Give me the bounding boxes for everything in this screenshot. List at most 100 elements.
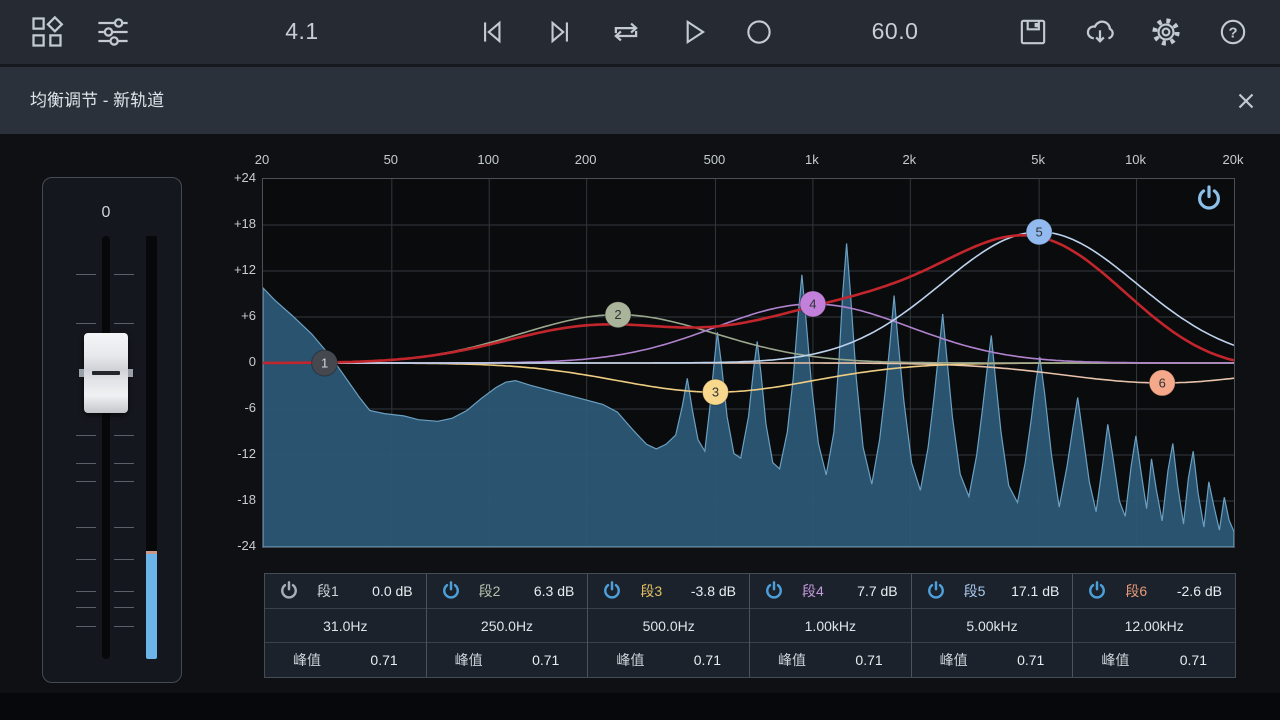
freq-tick-label: 500 (684, 152, 744, 167)
band-panel-1: 段10.0 dB31.0Hz峰值0.71 (265, 574, 427, 677)
band-frequency-row[interactable]: 12.00kHz (1073, 609, 1235, 644)
freq-tick-label: 20 (232, 152, 292, 167)
cloud-download-icon[interactable] (1078, 10, 1122, 54)
svg-text:1: 1 (321, 356, 328, 371)
freq-tick-label: 10k (1106, 152, 1166, 167)
fader-track[interactable] (102, 236, 110, 659)
fader-tick (114, 463, 134, 464)
band-label: 段4 (802, 581, 824, 601)
play-icon[interactable] (671, 10, 715, 54)
band-point-3[interactable]: 3 (702, 379, 728, 405)
bpm-display[interactable]: 60.0 (845, 0, 945, 64)
save-icon[interactable] (1011, 10, 1055, 54)
loop-icon[interactable] (604, 10, 648, 54)
band-label: 段3 (640, 581, 662, 601)
skip-forward-icon[interactable] (538, 10, 582, 54)
band-power-icon[interactable] (601, 580, 623, 602)
db-tick-label: +6 (200, 308, 256, 323)
eq-power-icon[interactable] (1193, 183, 1225, 215)
fader-tick (76, 323, 96, 324)
band-gain-row[interactable]: 段47.7 dB (750, 574, 911, 609)
band-q-row[interactable]: 峰值0.71 (588, 643, 749, 677)
band-gain-row[interactable]: 段3 -3.8 dB (588, 574, 749, 609)
top-toolbar: 4.1 60.0 ? (0, 0, 1280, 67)
band-power-icon[interactable] (925, 580, 947, 602)
band-q-value: 0.71 (1017, 652, 1044, 668)
band-gain-value: 0.0 dB (372, 583, 412, 599)
eq-plot[interactable]: 1 2 3 4 5 6 (262, 178, 1235, 548)
fader-tick (114, 527, 134, 528)
band-gain-row[interactable]: 段517.1 dB (912, 574, 1073, 609)
band-curve-6 (263, 363, 1234, 383)
skip-back-icon[interactable] (470, 10, 514, 54)
band-gain-row[interactable]: 段26.3 dB (427, 574, 588, 609)
freq-tick-label: 20k (1203, 152, 1263, 167)
band-frequency-row[interactable]: 31.0Hz (265, 609, 426, 644)
fader-tick (76, 591, 96, 592)
band-power-icon[interactable] (278, 580, 300, 602)
band-power-icon[interactable] (440, 580, 462, 602)
band-q-label: 峰值 (778, 650, 806, 670)
band-frequency-row[interactable]: 1.00kHz (750, 609, 911, 644)
band-q-row[interactable]: 峰值 0.71 (1073, 643, 1235, 677)
db-tick-label: -12 (200, 446, 256, 461)
band-q-value: 0.71 (370, 652, 397, 668)
freq-tick-label: 2k (879, 152, 939, 167)
settings-icon[interactable] (1144, 10, 1188, 54)
band-gain-value: -2.6 dB (1177, 583, 1222, 599)
band-label: 段6 (1125, 581, 1147, 601)
fader-tick (76, 463, 96, 464)
freq-tick-label: 1k (782, 152, 842, 167)
band-panel-6: 段6 -2.6 dB 12.00kHz 峰值 0.71 (1073, 574, 1235, 677)
band-q-value: 0.71 (1180, 652, 1207, 668)
meter-fill (146, 554, 157, 659)
fader-handle[interactable] (84, 333, 128, 413)
fader-tick (76, 435, 96, 436)
band-gain-value: 6.3 dB (534, 583, 574, 599)
svg-text:2: 2 (614, 307, 621, 322)
band-point-4[interactable]: 4 (800, 291, 826, 317)
band-power-icon[interactable] (1086, 580, 1108, 602)
band-q-row[interactable]: 峰值0.71 (265, 643, 426, 677)
band-frequency-row[interactable]: 500.0Hz (588, 609, 749, 644)
record-icon[interactable] (737, 10, 781, 54)
fader-tick (76, 481, 96, 482)
svg-text:5: 5 (1036, 224, 1043, 239)
fader-tick (114, 435, 134, 436)
fader-tick (76, 626, 96, 627)
band-power-icon[interactable] (763, 580, 785, 602)
fader-tick (114, 559, 134, 560)
fader-handle-tab (79, 369, 84, 377)
fader-tick (76, 527, 96, 528)
position-display[interactable]: 4.1 (252, 0, 352, 64)
band-q-label: 峰值 (940, 650, 968, 670)
band-point-1[interactable]: 1 (312, 350, 338, 376)
band-q-row[interactable]: 峰值0.71 (750, 643, 911, 677)
band-curve-4 (263, 304, 1234, 363)
band-q-label: 峰值 (1101, 650, 1129, 670)
fader-tick (114, 607, 134, 608)
fader-handle-tab (128, 369, 133, 377)
fader-handle-line (92, 371, 120, 375)
band-q-row[interactable]: 峰值0.71 (427, 643, 588, 677)
svg-text:4: 4 (809, 296, 816, 311)
category-icon[interactable] (25, 10, 69, 54)
db-tick-label: -24 (200, 538, 256, 553)
band-gain-row[interactable]: 段10.0 dB (265, 574, 426, 609)
fader-tick (114, 274, 134, 275)
band-frequency-row[interactable]: 5.00kHz (912, 609, 1073, 644)
band-point-5[interactable]: 5 (1026, 219, 1052, 245)
level-meter (146, 236, 157, 659)
fader-tick (114, 591, 134, 592)
help-icon[interactable]: ? (1211, 10, 1255, 54)
band-point-6[interactable]: 6 (1149, 370, 1175, 396)
band-gain-value: -3.8 dB (691, 583, 736, 599)
band-q-row[interactable]: 峰值 0.71 (912, 643, 1073, 677)
close-icon[interactable] (1224, 79, 1268, 123)
bottom-strip (0, 693, 1280, 720)
band-q-value: 0.71 (694, 652, 721, 668)
band-point-2[interactable]: 2 (605, 302, 631, 328)
sliders-icon[interactable] (91, 10, 135, 54)
band-frequency-row[interactable]: 250.0Hz (427, 609, 588, 644)
band-gain-row[interactable]: 段6 -2.6 dB (1073, 574, 1235, 609)
